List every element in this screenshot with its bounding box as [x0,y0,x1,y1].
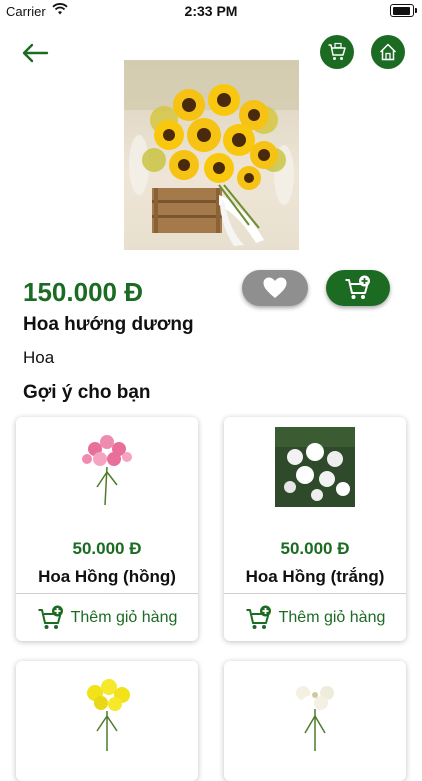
card-divider [224,593,406,594]
card-price: 50.000 Đ [280,539,350,558]
favorite-button[interactable] [242,270,308,306]
product-name: Hoa hướng dương [23,314,194,335]
status-bar: Carrier 2:33 PM [0,0,422,22]
product-image [124,60,299,250]
back-arrow-icon[interactable] [20,38,50,68]
product-thumbnail [87,679,130,751]
status-time: 2:33 PM [184,3,238,19]
product-thumbnail [82,435,132,506]
heart-icon [263,277,287,298]
card-price: 50.000 Đ [72,539,142,558]
card-name: Hoa Hồng (hồng) [38,567,176,586]
battery-icon [390,4,417,17]
add-to-cart-icon [345,275,370,299]
card-name: Hoa Hồng (trắng) [245,567,385,586]
add-to-cart-link[interactable]: Thêm giỏ hàng [224,595,406,641]
cart-icon [328,42,346,60]
product-card[interactable] [16,661,198,781]
suggestions-title: Gợi ý cho bạn [23,382,151,403]
product-card[interactable] [224,661,406,781]
add-to-cart-label: Thêm giỏ hàng [70,609,178,626]
product-thumbnail [296,679,334,751]
product-thumbnail [275,427,355,507]
cart-button[interactable] [320,35,354,69]
home-button[interactable] [371,35,405,69]
add-to-cart-button[interactable] [326,270,390,306]
product-category: Hoa [23,348,55,367]
card-divider [16,593,198,594]
home-icon [379,43,397,61]
add-to-cart-icon [246,605,271,629]
add-to-cart-link[interactable]: Thêm giỏ hàng [16,595,198,641]
add-to-cart-icon [38,605,63,629]
product-card[interactable]: 50.000 Đ Hoa Hồng (hồng) Thêm giỏ hàng [16,417,198,641]
add-to-cart-label: Thêm giỏ hàng [278,609,386,626]
product-price: 150.000 Đ [23,277,143,307]
product-card[interactable]: 50.000 Đ Hoa Hồng (trắng) Thêm giỏ hàng [224,417,406,641]
